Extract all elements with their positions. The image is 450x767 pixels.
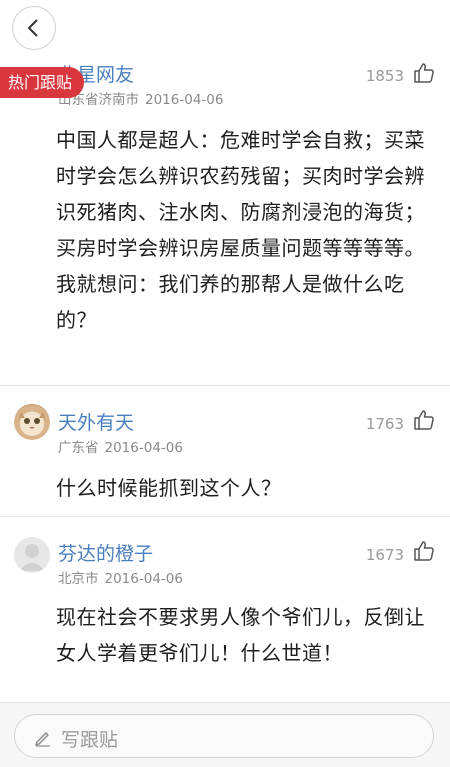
default-user-icon — [19, 544, 45, 571]
comment-item: 芬达的橙子 北京市 2016-04-06 1673 现在社会不要求男人像个爷们儿，… — [0, 517, 450, 703]
comment-item: 北星网友 山东省济南市 2016-04-06 1853 中国人都是超人：危难时学会… — [0, 56, 450, 386]
comment-meta: 山东省济南市 2016-04-06 — [58, 88, 223, 108]
chevron-left-icon — [27, 19, 38, 37]
thumbs-up-icon[interactable] — [412, 539, 436, 563]
reply-placeholder: 写跟贴 — [61, 729, 119, 751]
thumbs-up-icon[interactable] — [412, 61, 436, 85]
back-button[interactable] — [12, 6, 56, 50]
comment-date: 2016-04-06 — [145, 92, 224, 108]
pencil-icon — [35, 732, 50, 747]
reply-input[interactable]: 写跟贴 — [14, 714, 434, 758]
comment-date: 2016-04-06 — [104, 571, 183, 587]
like-count: 1673 — [365, 546, 404, 564]
top-bar — [0, 0, 450, 56]
comment-meta: 广东省 2016-04-06 — [58, 436, 183, 456]
comment-location: 广东省 — [58, 440, 99, 456]
avatar[interactable] — [14, 404, 50, 440]
comment-body: 现在社会不要求男人像个爷们儿，反倒让女人学着更爷们儿！什么世道！ — [56, 605, 425, 665]
comment-meta: 北京市 2016-04-06 — [58, 567, 183, 587]
hot-replies-tag: 热门跟贴 — [0, 67, 85, 98]
comment-item: 天外有天 广东省 2016-04-06 1763 什么时候能抓到这个人？ — [0, 386, 450, 516]
cat-avatar-image — [19, 412, 45, 429]
bottom-bar: 写跟贴 — [0, 702, 450, 767]
like-count: 1853 — [365, 67, 404, 85]
comment-body: 中国人都是超人：危难时学会自救；买菜时学会怎么辨识农药残留；买肉时学会辨识死猪肉… — [56, 128, 425, 332]
comment-username[interactable]: 天外有天 — [58, 408, 134, 435]
avatar[interactable] — [14, 537, 50, 573]
comment-date: 2016-04-06 — [104, 440, 183, 456]
thumbs-up-icon[interactable] — [412, 408, 436, 432]
like-count: 1763 — [365, 415, 404, 433]
comment-body: 什么时候能抓到这个人？ — [56, 476, 282, 500]
comment-location: 北京市 — [58, 571, 99, 587]
comment-username[interactable]: 芬达的橙子 — [58, 539, 153, 566]
